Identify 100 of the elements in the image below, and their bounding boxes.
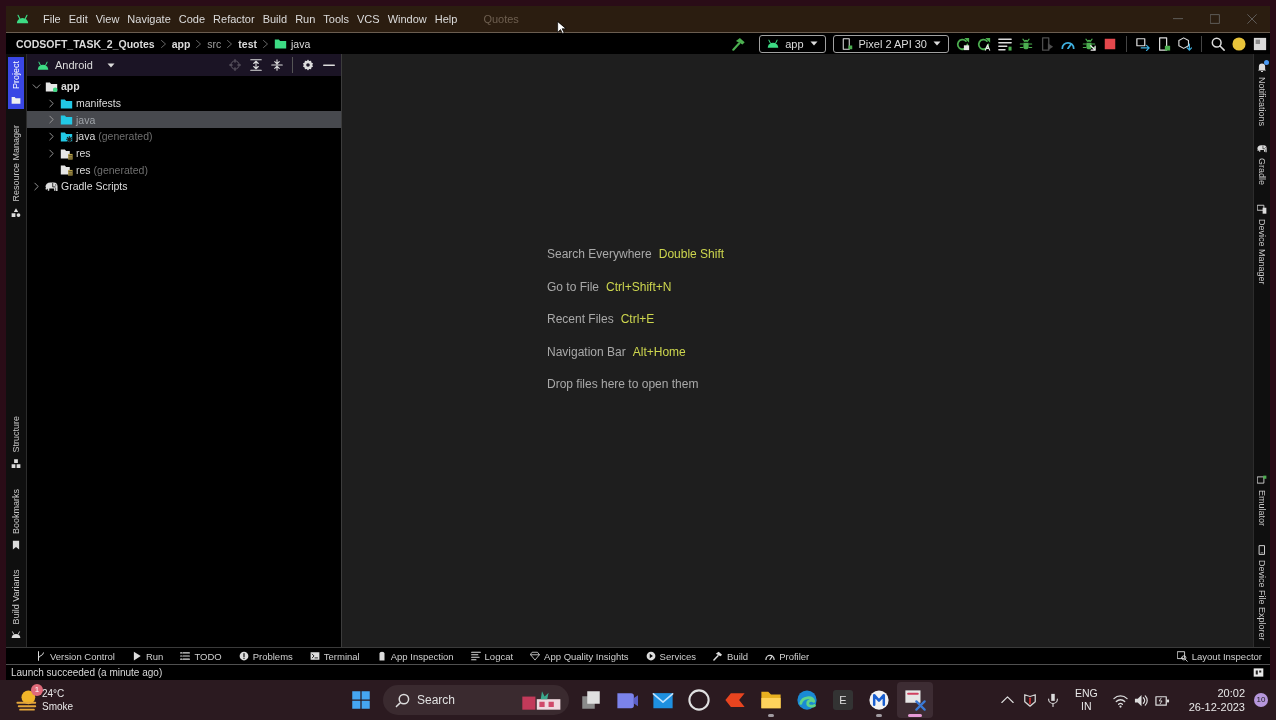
menu-item[interactable]: Tools [319, 11, 353, 27]
phone-icon[interactable] [1157, 36, 1171, 51]
menu-item[interactable]: Help [430, 11, 462, 27]
stop-icon[interactable] [1103, 36, 1117, 51]
restart-arrow-icon[interactable] [956, 36, 970, 51]
circle-logo-icon [688, 689, 710, 711]
menu-item[interactable]: Edit [64, 11, 92, 27]
lines-icon [470, 651, 481, 661]
tree-item[interactable]: res (generated) [46, 161, 148, 178]
weather-widget[interactable]: 1 24°C Smoke [16, 687, 74, 713]
breadcrumb[interactable]: test [238, 37, 258, 50]
alert-icon [238, 651, 249, 661]
chevron-up-icon[interactable] [1000, 696, 1014, 704]
tool-window-tab[interactable]: Resource Manager [8, 121, 24, 222]
menu-item[interactable]: Run [291, 11, 320, 27]
device-dropdown[interactable]: Pixel 2 API 30 [832, 34, 949, 53]
chevron-right-icon[interactable] [47, 98, 56, 108]
bug-arrow-icon[interactable] [1082, 36, 1096, 51]
tree-item[interactable]: Gradle Scripts [31, 178, 128, 195]
chevron-right-icon[interactable] [47, 131, 56, 141]
weather-icon [16, 689, 38, 711]
project-view-dropdown[interactable]: Android [37, 59, 115, 71]
tool-window-tab[interactable]: Device File Explorer [1255, 543, 1269, 643]
collapse-all-icon[interactable] [271, 59, 283, 71]
tree-item[interactable]: app [31, 78, 80, 95]
menu-item[interactable]: VCS [353, 11, 384, 27]
tool-window-tab[interactable]: Device Manager [1255, 201, 1269, 287]
tool-window-button[interactable]: Build [713, 650, 749, 662]
tool-window-tab[interactable]: Build Variants [8, 565, 24, 642]
breadcrumb[interactable]: app [171, 37, 191, 50]
tree-item[interactable]: java [46, 111, 96, 128]
search-bar[interactable]: Search [383, 685, 569, 715]
breadcrumb[interactable]: CODSOFT_TASK_2_Quotes [16, 37, 155, 50]
taskbar-button[interactable]: E [825, 682, 861, 718]
tool-window-button[interactable]: Logcat [470, 650, 514, 662]
taskbar-button[interactable] [897, 682, 933, 718]
tree-item[interactable]: manifests [46, 95, 121, 112]
module-folder-icon [45, 79, 58, 93]
folder-icon [11, 95, 21, 105]
tool-window-tab[interactable]: Structure [8, 412, 24, 473]
start-icon[interactable] [351, 690, 371, 710]
panel-icon[interactable] [1253, 36, 1267, 51]
menu-item[interactable]: Code [174, 11, 210, 27]
breadcrumb[interactable]: java [274, 37, 311, 50]
status-indicator-icon[interactable] [1253, 667, 1264, 678]
tool-window-tab[interactable]: Notifications [1255, 60, 1269, 129]
tool-window-button[interactable]: Run [131, 650, 164, 662]
tool-window-button[interactable]: Services [645, 650, 697, 662]
menu-item[interactable]: File [39, 11, 65, 27]
menu-item[interactable]: Window [383, 11, 431, 27]
tree-item[interactable]: java (generated) [46, 128, 153, 145]
tool-window-tab[interactable]: Project [8, 57, 24, 109]
breadcrumb[interactable]: src [207, 37, 222, 50]
chevron-right-icon[interactable] [32, 181, 41, 191]
chevron-right-icon[interactable] [47, 148, 56, 158]
tool-window-button[interactable]: Terminal [309, 650, 360, 662]
clock[interactable]: 20:02 26-12-2023 [1188, 686, 1245, 714]
hide-icon[interactable] [323, 63, 335, 67]
apply-arrow-icon[interactable] [977, 36, 991, 51]
tool-window-button[interactable]: TODO [180, 650, 222, 662]
tool-window-button[interactable]: App Inspection [376, 650, 454, 662]
tool-window-button[interactable]: Version Control [36, 650, 115, 662]
menu-item[interactable]: Refactor [209, 11, 259, 27]
lines-icon[interactable] [998, 36, 1012, 51]
task-view-icon[interactable] [581, 690, 601, 710]
microphone-icon[interactable] [1045, 693, 1060, 707]
menu-item[interactable]: Navigate [123, 11, 175, 27]
tool-window-button[interactable]: Layout Inspector [1176, 650, 1262, 662]
resource-folder-icon [60, 163, 73, 177]
notification-count-badge[interactable]: 10 [1254, 693, 1268, 707]
tool-window-tab[interactable]: Emulator [1255, 473, 1269, 529]
cube-icon[interactable] [1178, 36, 1192, 51]
mirror-icon[interactable] [1136, 36, 1150, 51]
bookmark-icon [11, 539, 21, 550]
menu-item[interactable]: View [91, 11, 124, 27]
folder-icon [274, 37, 288, 50]
hammer-icon[interactable] [732, 36, 747, 51]
menu-item[interactable]: Build [258, 11, 292, 27]
shield-icon[interactable] [1022, 693, 1037, 707]
wifi-icon[interactable] [1112, 692, 1128, 708]
tool-window-tab[interactable]: Gradle [1255, 143, 1269, 187]
tree-item[interactable]: res [46, 145, 91, 162]
services-icon [645, 651, 656, 661]
tool-window-button[interactable]: Profiler [765, 650, 810, 662]
search-input[interactable]: Search [417, 693, 497, 707]
bug-icon[interactable] [1019, 36, 1033, 51]
tool-window-button[interactable]: App Quality Insights [530, 650, 629, 662]
tool-window-button[interactable]: Problems [238, 650, 293, 662]
hint-text: Go to File [547, 278, 600, 295]
expand-all-icon[interactable] [250, 59, 262, 71]
run-configuration-dropdown[interactable]: app [759, 34, 826, 53]
search-icon[interactable] [1211, 36, 1225, 51]
volume-icon[interactable] [1133, 692, 1149, 708]
chevron-down-icon[interactable] [32, 81, 41, 91]
settings-icon[interactable] [302, 59, 314, 71]
language-indicator[interactable]: ENG IN [1074, 687, 1098, 713]
close-icon[interactable] [1247, 14, 1257, 24]
devices-icon [1257, 203, 1267, 214]
tool-window-tab[interactable]: Bookmarks [8, 484, 24, 554]
layout-inspector-icon [1176, 650, 1188, 662]
